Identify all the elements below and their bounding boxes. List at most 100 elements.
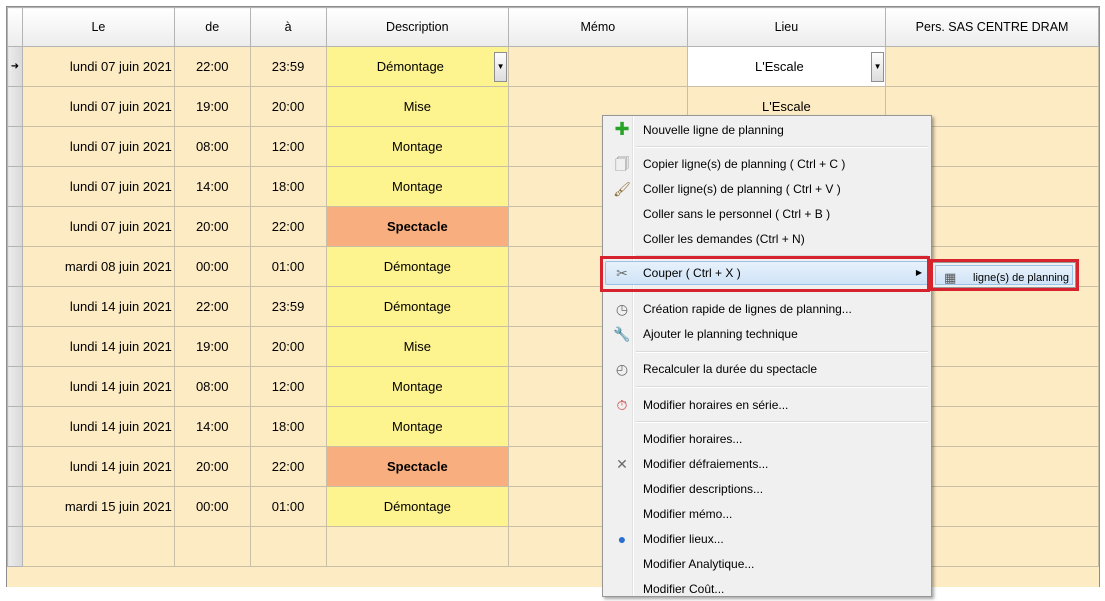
empty-cell[interactable]: [173, 526, 251, 567]
calendar-icon: ▦: [944, 270, 957, 285]
description-dropdown-button[interactable]: ▼: [494, 52, 508, 82]
description-cell[interactable]: Spectacle: [325, 206, 510, 247]
start-time-cell[interactable]: 14:00: [173, 166, 251, 207]
staff-cell[interactable]: [885, 46, 1099, 87]
table-row[interactable]: lundi 14 juin 2021 22:00 23:59 Démontage: [7, 286, 1099, 327]
menu-item-cut[interactable]: ✂ Couper ( Ctrl + X ) ▶: [605, 261, 929, 285]
end-time-cell[interactable]: 01:00: [249, 246, 327, 287]
date-cell[interactable]: lundi 07 juin 2021: [21, 86, 175, 127]
menu-item-copy[interactable]: 🗍 Copier ligne(s) de planning ( Ctrl + C…: [605, 152, 929, 176]
description-cell[interactable]: Mise: [325, 326, 510, 367]
date-cell[interactable]: lundi 14 juin 2021: [21, 366, 175, 407]
date-cell[interactable]: lundi 07 juin 2021: [21, 46, 175, 87]
start-time-cell[interactable]: 22:00: [173, 46, 251, 87]
column-header-end[interactable]: à: [249, 7, 327, 47]
menu-item-modify-expenses[interactable]: ✕ Modifier défraiements...: [605, 452, 929, 476]
row-indicator: [7, 126, 23, 167]
table-row[interactable]: lundi 07 juin 2021 19:00 20:00 Mise L'Es…: [7, 86, 1099, 127]
end-time-cell[interactable]: 18:00: [249, 406, 327, 447]
start-time-cell[interactable]: 14:00: [173, 406, 251, 447]
lieu-cell[interactable]: L'Escale ▼: [686, 46, 887, 87]
end-time-cell[interactable]: 23:59: [249, 46, 327, 87]
menu-item-add-technical-planning[interactable]: 🔧 Ajouter le planning technique: [605, 322, 929, 346]
table-row[interactable]: lundi 14 juin 2021 20:00 22:00 Spectacle: [7, 446, 1099, 487]
table-row[interactable]: mardi 15 juin 2021 00:00 01:00 Démontage: [7, 486, 1099, 527]
column-header-memo[interactable]: Mémo: [508, 7, 688, 47]
end-time-cell[interactable]: 20:00: [249, 86, 327, 127]
description-cell[interactable]: Mise: [325, 86, 510, 127]
menu-item-modify-schedule-series[interactable]: ⏱ Modifier horaires en série...: [605, 393, 929, 417]
table-row[interactable]: lundi 14 juin 2021 19:00 20:00 Mise: [7, 326, 1099, 367]
menu-item-modify-schedules[interactable]: Modifier horaires...: [605, 427, 929, 451]
date-cell[interactable]: mardi 15 juin 2021: [21, 486, 175, 527]
end-time-cell[interactable]: 18:00: [249, 166, 327, 207]
memo-cell[interactable]: [508, 46, 688, 87]
description-cell[interactable]: Spectacle: [325, 446, 510, 487]
menu-item-modify-places[interactable]: ● Modifier lieux...: [605, 527, 929, 551]
date-cell[interactable]: lundi 14 juin 2021: [21, 326, 175, 367]
empty-new-row[interactable]: [7, 526, 1099, 567]
date-cell[interactable]: lundi 07 juin 2021: [21, 166, 175, 207]
end-time-cell[interactable]: 12:00: [249, 126, 327, 167]
start-time-cell[interactable]: 00:00: [173, 246, 251, 287]
start-time-cell[interactable]: 08:00: [173, 126, 251, 167]
menu-item-modify-descriptions[interactable]: Modifier descriptions...: [605, 477, 929, 501]
description-cell[interactable]: Montage: [325, 366, 510, 407]
empty-cell[interactable]: [249, 526, 327, 567]
description-cell[interactable]: Montage: [325, 166, 510, 207]
table-row[interactable]: lundi 07 juin 2021 20:00 22:00 Spectacle: [7, 206, 1099, 247]
empty-cell[interactable]: [325, 526, 510, 567]
start-time-cell[interactable]: 19:00: [173, 86, 251, 127]
menu-item-label: Création rapide de lignes de planning...: [643, 302, 852, 316]
column-header-lieu[interactable]: Lieu: [686, 7, 887, 47]
description-cell[interactable]: Démontage ▼: [325, 46, 510, 87]
description-cell[interactable]: Montage: [325, 126, 510, 167]
menu-item-recalculate-duration[interactable]: ◴ Recalculer la durée du spectacle: [605, 357, 929, 381]
end-time-cell[interactable]: 12:00: [249, 366, 327, 407]
empty-cell[interactable]: [21, 526, 175, 567]
column-header-date[interactable]: Le: [21, 7, 175, 47]
submenu-item-planning-lines[interactable]: ▦ ligne(s) de planning: [935, 265, 1073, 285]
description-cell[interactable]: Démontage: [325, 286, 510, 327]
menu-item-label: Nouvelle ligne de planning: [643, 123, 784, 137]
menu-item-modify-analytics[interactable]: Modifier Analytique...: [605, 552, 929, 576]
date-cell[interactable]: lundi 07 juin 2021: [21, 126, 175, 167]
date-cell[interactable]: lundi 14 juin 2021: [21, 406, 175, 447]
start-time-cell[interactable]: 19:00: [173, 326, 251, 367]
date-cell[interactable]: mardi 08 juin 2021: [21, 246, 175, 287]
menu-item-paste-requests[interactable]: Coller les demandes (Ctrl + N): [605, 227, 929, 251]
start-time-cell[interactable]: 20:00: [173, 206, 251, 247]
menu-item-paste-without-staff[interactable]: Coller sans le personnel ( Ctrl + B ): [605, 202, 929, 226]
menu-item-modify-memo[interactable]: Modifier mémo...: [605, 502, 929, 526]
table-row[interactable]: lundi 07 juin 2021 14:00 18:00 Montage: [7, 166, 1099, 207]
menu-item-modify-cost[interactable]: Modifier Coût...: [605, 577, 929, 601]
description-cell[interactable]: Démontage: [325, 486, 510, 527]
end-time-cell[interactable]: 22:00: [249, 206, 327, 247]
end-time-cell[interactable]: 01:00: [249, 486, 327, 527]
end-time-cell[interactable]: 23:59: [249, 286, 327, 327]
column-header-description[interactable]: Description: [325, 7, 510, 47]
column-header-start[interactable]: de: [173, 7, 251, 47]
start-time-cell[interactable]: 22:00: [173, 286, 251, 327]
lieu-dropdown-button[interactable]: ▼: [871, 52, 885, 82]
table-row[interactable]: lundi 14 juin 2021 08:00 12:00 Montage: [7, 366, 1099, 407]
table-row[interactable]: ➜ lundi 07 juin 2021 22:00 23:59 Démonta…: [7, 46, 1099, 87]
description-cell[interactable]: Montage: [325, 406, 510, 447]
date-cell[interactable]: lundi 14 juin 2021: [21, 446, 175, 487]
menu-item-new-planning-line[interactable]: ✚ Nouvelle ligne de planning: [605, 118, 929, 142]
table-row[interactable]: lundi 07 juin 2021 08:00 12:00 Montage: [7, 126, 1099, 167]
menu-item-label: Modifier descriptions...: [643, 482, 764, 496]
start-time-cell[interactable]: 20:00: [173, 446, 251, 487]
date-cell[interactable]: lundi 07 juin 2021: [21, 206, 175, 247]
menu-item-quick-create[interactable]: ◷ Création rapide de lignes de planning.…: [605, 297, 929, 321]
row-indicator: [7, 86, 23, 127]
date-cell[interactable]: lundi 14 juin 2021: [21, 286, 175, 327]
column-header-staff[interactable]: Pers. SAS CENTRE DRAM: [885, 7, 1099, 47]
table-row[interactable]: lundi 14 juin 2021 14:00 18:00 Montage: [7, 406, 1099, 447]
start-time-cell[interactable]: 00:00: [173, 486, 251, 527]
end-time-cell[interactable]: 22:00: [249, 446, 327, 487]
start-time-cell[interactable]: 08:00: [173, 366, 251, 407]
description-cell[interactable]: Démontage: [325, 246, 510, 287]
menu-item-paste[interactable]: 🖌 Coller ligne(s) de planning ( Ctrl + V…: [605, 177, 929, 201]
end-time-cell[interactable]: 20:00: [249, 326, 327, 367]
